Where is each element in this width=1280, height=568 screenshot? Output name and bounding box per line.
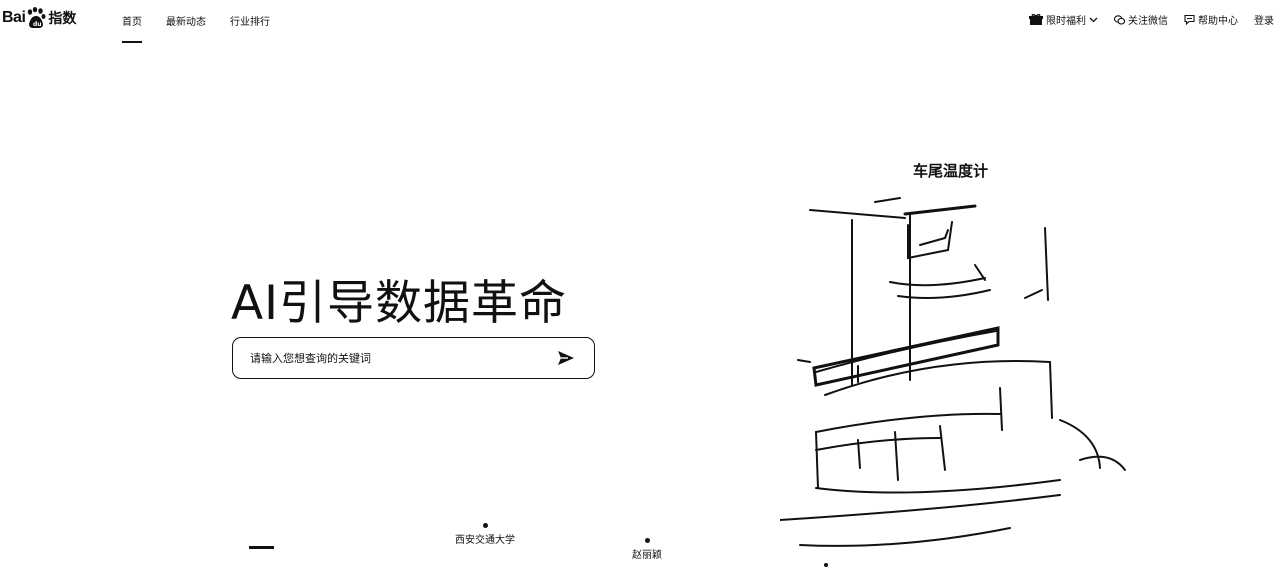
promo-link[interactable]: 限时福利 — [1029, 12, 1098, 27]
search-box — [232, 337, 595, 379]
login-link[interactable]: 登录 — [1254, 12, 1274, 27]
logo-text-index: 指数 — [48, 11, 77, 27]
gift-icon — [1029, 13, 1043, 25]
send-arrow-icon — [558, 351, 574, 365]
promo-label: 限时福利 — [1046, 16, 1086, 27]
help-center-link[interactable]: 帮助中心 — [1184, 12, 1238, 27]
search-button[interactable] — [546, 338, 586, 378]
nav-item-industry-ranking[interactable]: 行业排行 — [230, 13, 270, 28]
paw-icon: du — [28, 7, 46, 28]
marker-label: 西安交通大学 — [455, 535, 515, 546]
marker-dot — [644, 538, 650, 543]
logo-text-bai: Bai — [2, 9, 26, 26]
wechat-label: 关注微信 — [1128, 16, 1168, 27]
follow-wechat-link[interactable]: 关注微信 — [1114, 12, 1168, 27]
trending-marker-2[interactable]: 赵丽颖 — [632, 538, 662, 561]
marker-dot — [482, 523, 488, 528]
baidu-index-logo[interactable]: Bai du 指数 — [2, 3, 76, 33]
trending-marker-1[interactable]: 西安交通大学 — [455, 523, 515, 546]
hero-title: AI引导数据革命 — [231, 276, 568, 331]
hero-illustration — [780, 197, 1126, 567]
nav-item-home[interactable]: 首页 — [122, 13, 142, 43]
chat-bubble-icon — [1184, 14, 1195, 25]
top-header: Bai du 指数 首页 最新动态 行业排行 限时福利 关注微信 帮助中心 登录 — [0, 0, 1280, 44]
slide-indicator[interactable] — [249, 546, 274, 549]
search-input[interactable] — [233, 338, 546, 378]
main-nav: 首页 最新动态 行业排行 — [122, 13, 270, 43]
header-right-nav: 限时福利 关注微信 帮助中心 登录 — [1029, 12, 1274, 27]
svg-text:du: du — [33, 21, 42, 28]
chevron-down-icon — [1089, 17, 1098, 23]
nav-item-latest-news[interactable]: 最新动态 — [166, 13, 206, 28]
wechat-icon — [1114, 14, 1125, 25]
login-label: 登录 — [1254, 16, 1274, 27]
marker-label: 赵丽颖 — [632, 550, 662, 561]
help-label: 帮助中心 — [1198, 16, 1238, 27]
